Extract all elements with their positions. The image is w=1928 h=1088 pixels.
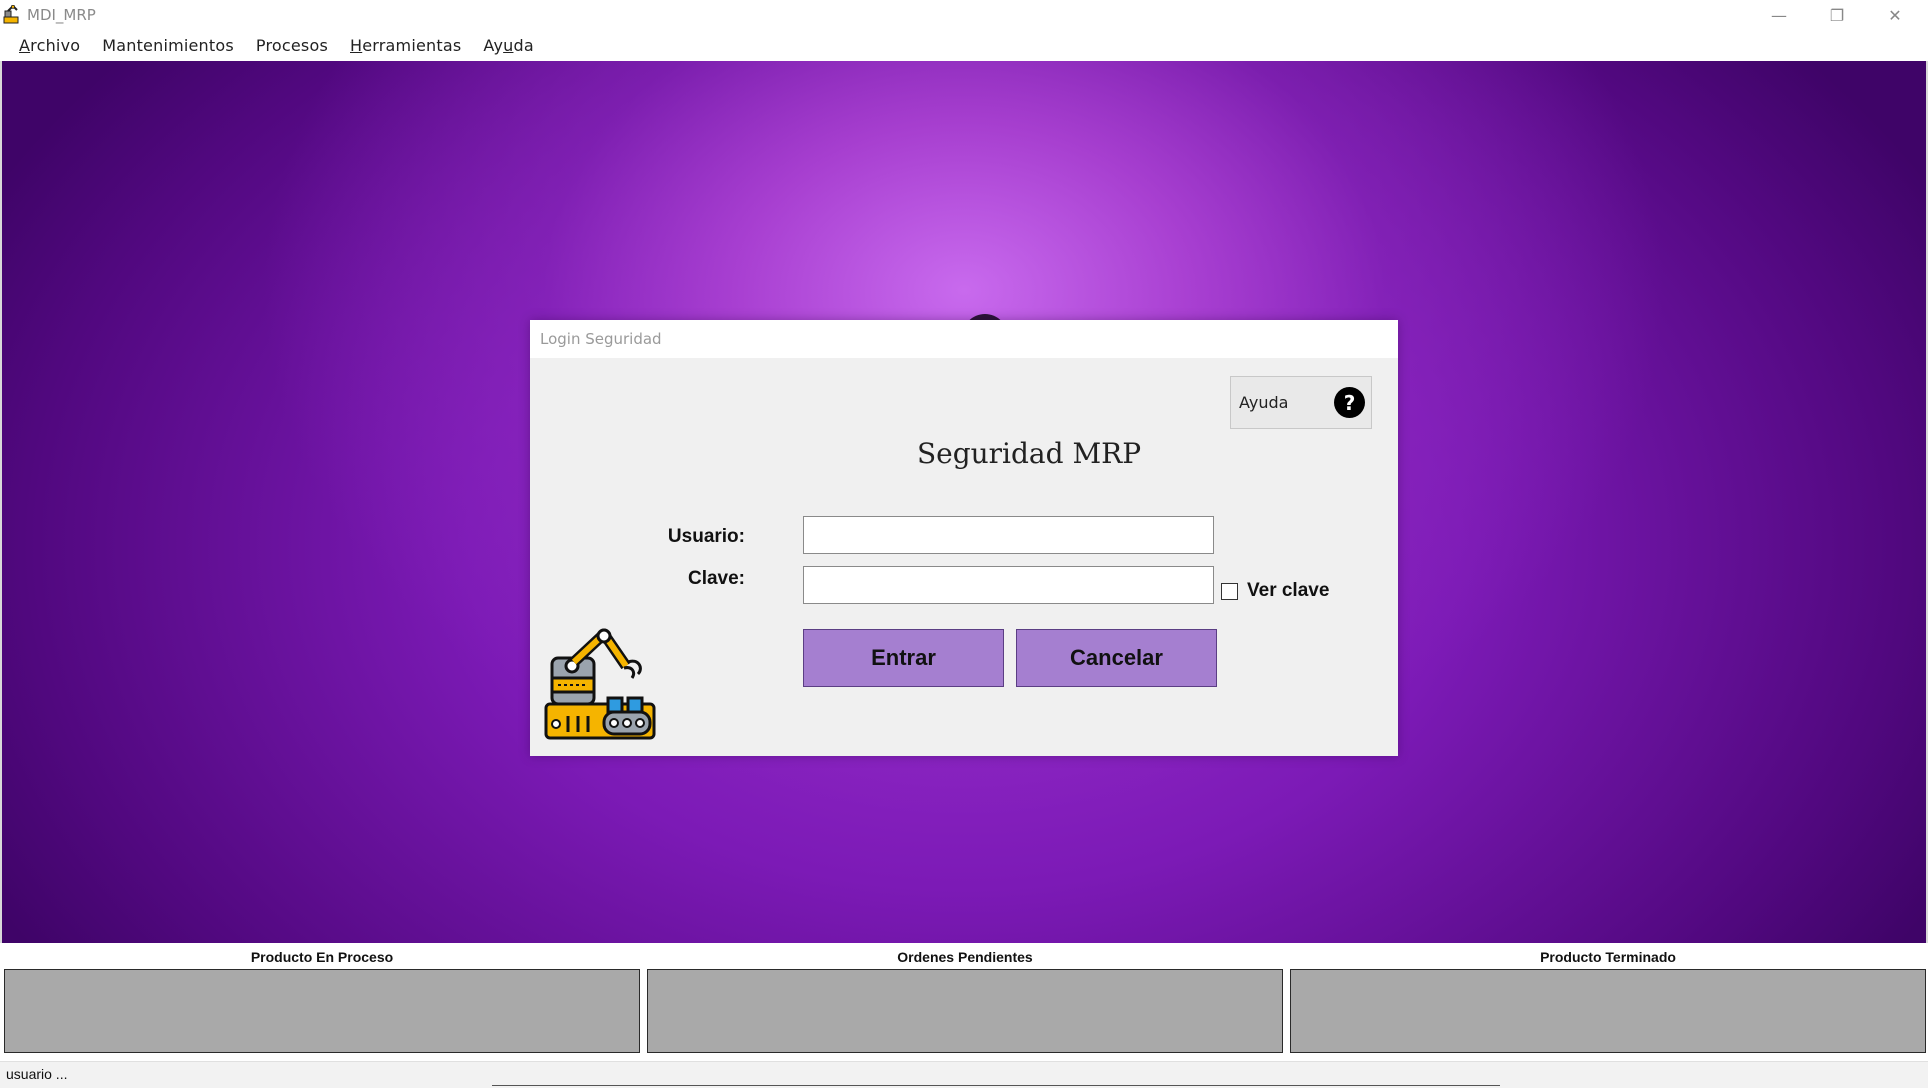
cancel-button[interactable]: Cancelar (1016, 629, 1217, 687)
panel-title-producto-en-proceso: Producto En Proceso (250, 949, 394, 965)
minimize-button[interactable]: — (1750, 0, 1808, 30)
password-label: Clave: (687, 568, 745, 589)
status-user-text: usuario ... (6, 1066, 68, 1082)
restore-button[interactable]: ❐ (1808, 0, 1866, 30)
app-robot-icon (3, 5, 19, 24)
dialog-title: Login Seguridad (540, 330, 662, 348)
mdi-mrp-window: MDI_MRP — ❐ ✕ Archivo Mantenimientos Pro… (0, 0, 1928, 1088)
bottom-panels: Producto En Proceso Ordenes Pendientes P… (0, 943, 1928, 1061)
menu-archivo[interactable]: Archivo (8, 36, 91, 55)
status-divider (492, 1085, 1500, 1086)
question-mark-icon: ? (1334, 387, 1365, 418)
show-password-label[interactable]: Ver clave (1247, 580, 1329, 602)
help-button-label: Ayuda (1239, 393, 1289, 412)
close-button[interactable]: ✕ (1866, 0, 1924, 30)
panel-producto-en-proceso[interactable] (4, 969, 640, 1053)
window-title: MDI_MRP (27, 6, 96, 24)
dialog-title-bar[interactable]: Login Seguridad (530, 320, 1398, 358)
panel-title-producto-terminado: Producto Terminado (1540, 949, 1676, 965)
menu-bar: Archivo Mantenimientos Procesos Herramie… (0, 30, 1928, 60)
panel-title-ordenes-pendientes: Ordenes Pendientes (897, 949, 1033, 965)
panel-ordenes-pendientes[interactable] (647, 969, 1283, 1053)
industrial-robot-icon (544, 628, 656, 740)
menu-procesos[interactable]: Procesos (245, 36, 339, 55)
menu-herramientas[interactable]: Herramientas (339, 36, 472, 55)
username-input[interactable] (803, 516, 1214, 554)
show-password-checkbox[interactable] (1221, 583, 1238, 600)
panel-producto-terminado[interactable] (1290, 969, 1926, 1053)
dialog-heading: Seguridad MRP (916, 437, 1142, 470)
status-bar: usuario ... (0, 1061, 1928, 1088)
title-bar: MDI_MRP — ❐ ✕ (0, 0, 1928, 30)
help-button[interactable]: Ayuda ? (1230, 376, 1372, 429)
menu-mantenimientos[interactable]: Mantenimientos (91, 36, 245, 55)
menu-ayuda[interactable]: Ayuda (472, 36, 544, 55)
login-dialog: Login Seguridad Ayuda ? Seguridad MRP Us… (530, 320, 1398, 756)
username-label: Usuario: (667, 526, 745, 547)
enter-button[interactable]: Entrar (803, 629, 1004, 687)
password-input[interactable] (803, 566, 1214, 604)
